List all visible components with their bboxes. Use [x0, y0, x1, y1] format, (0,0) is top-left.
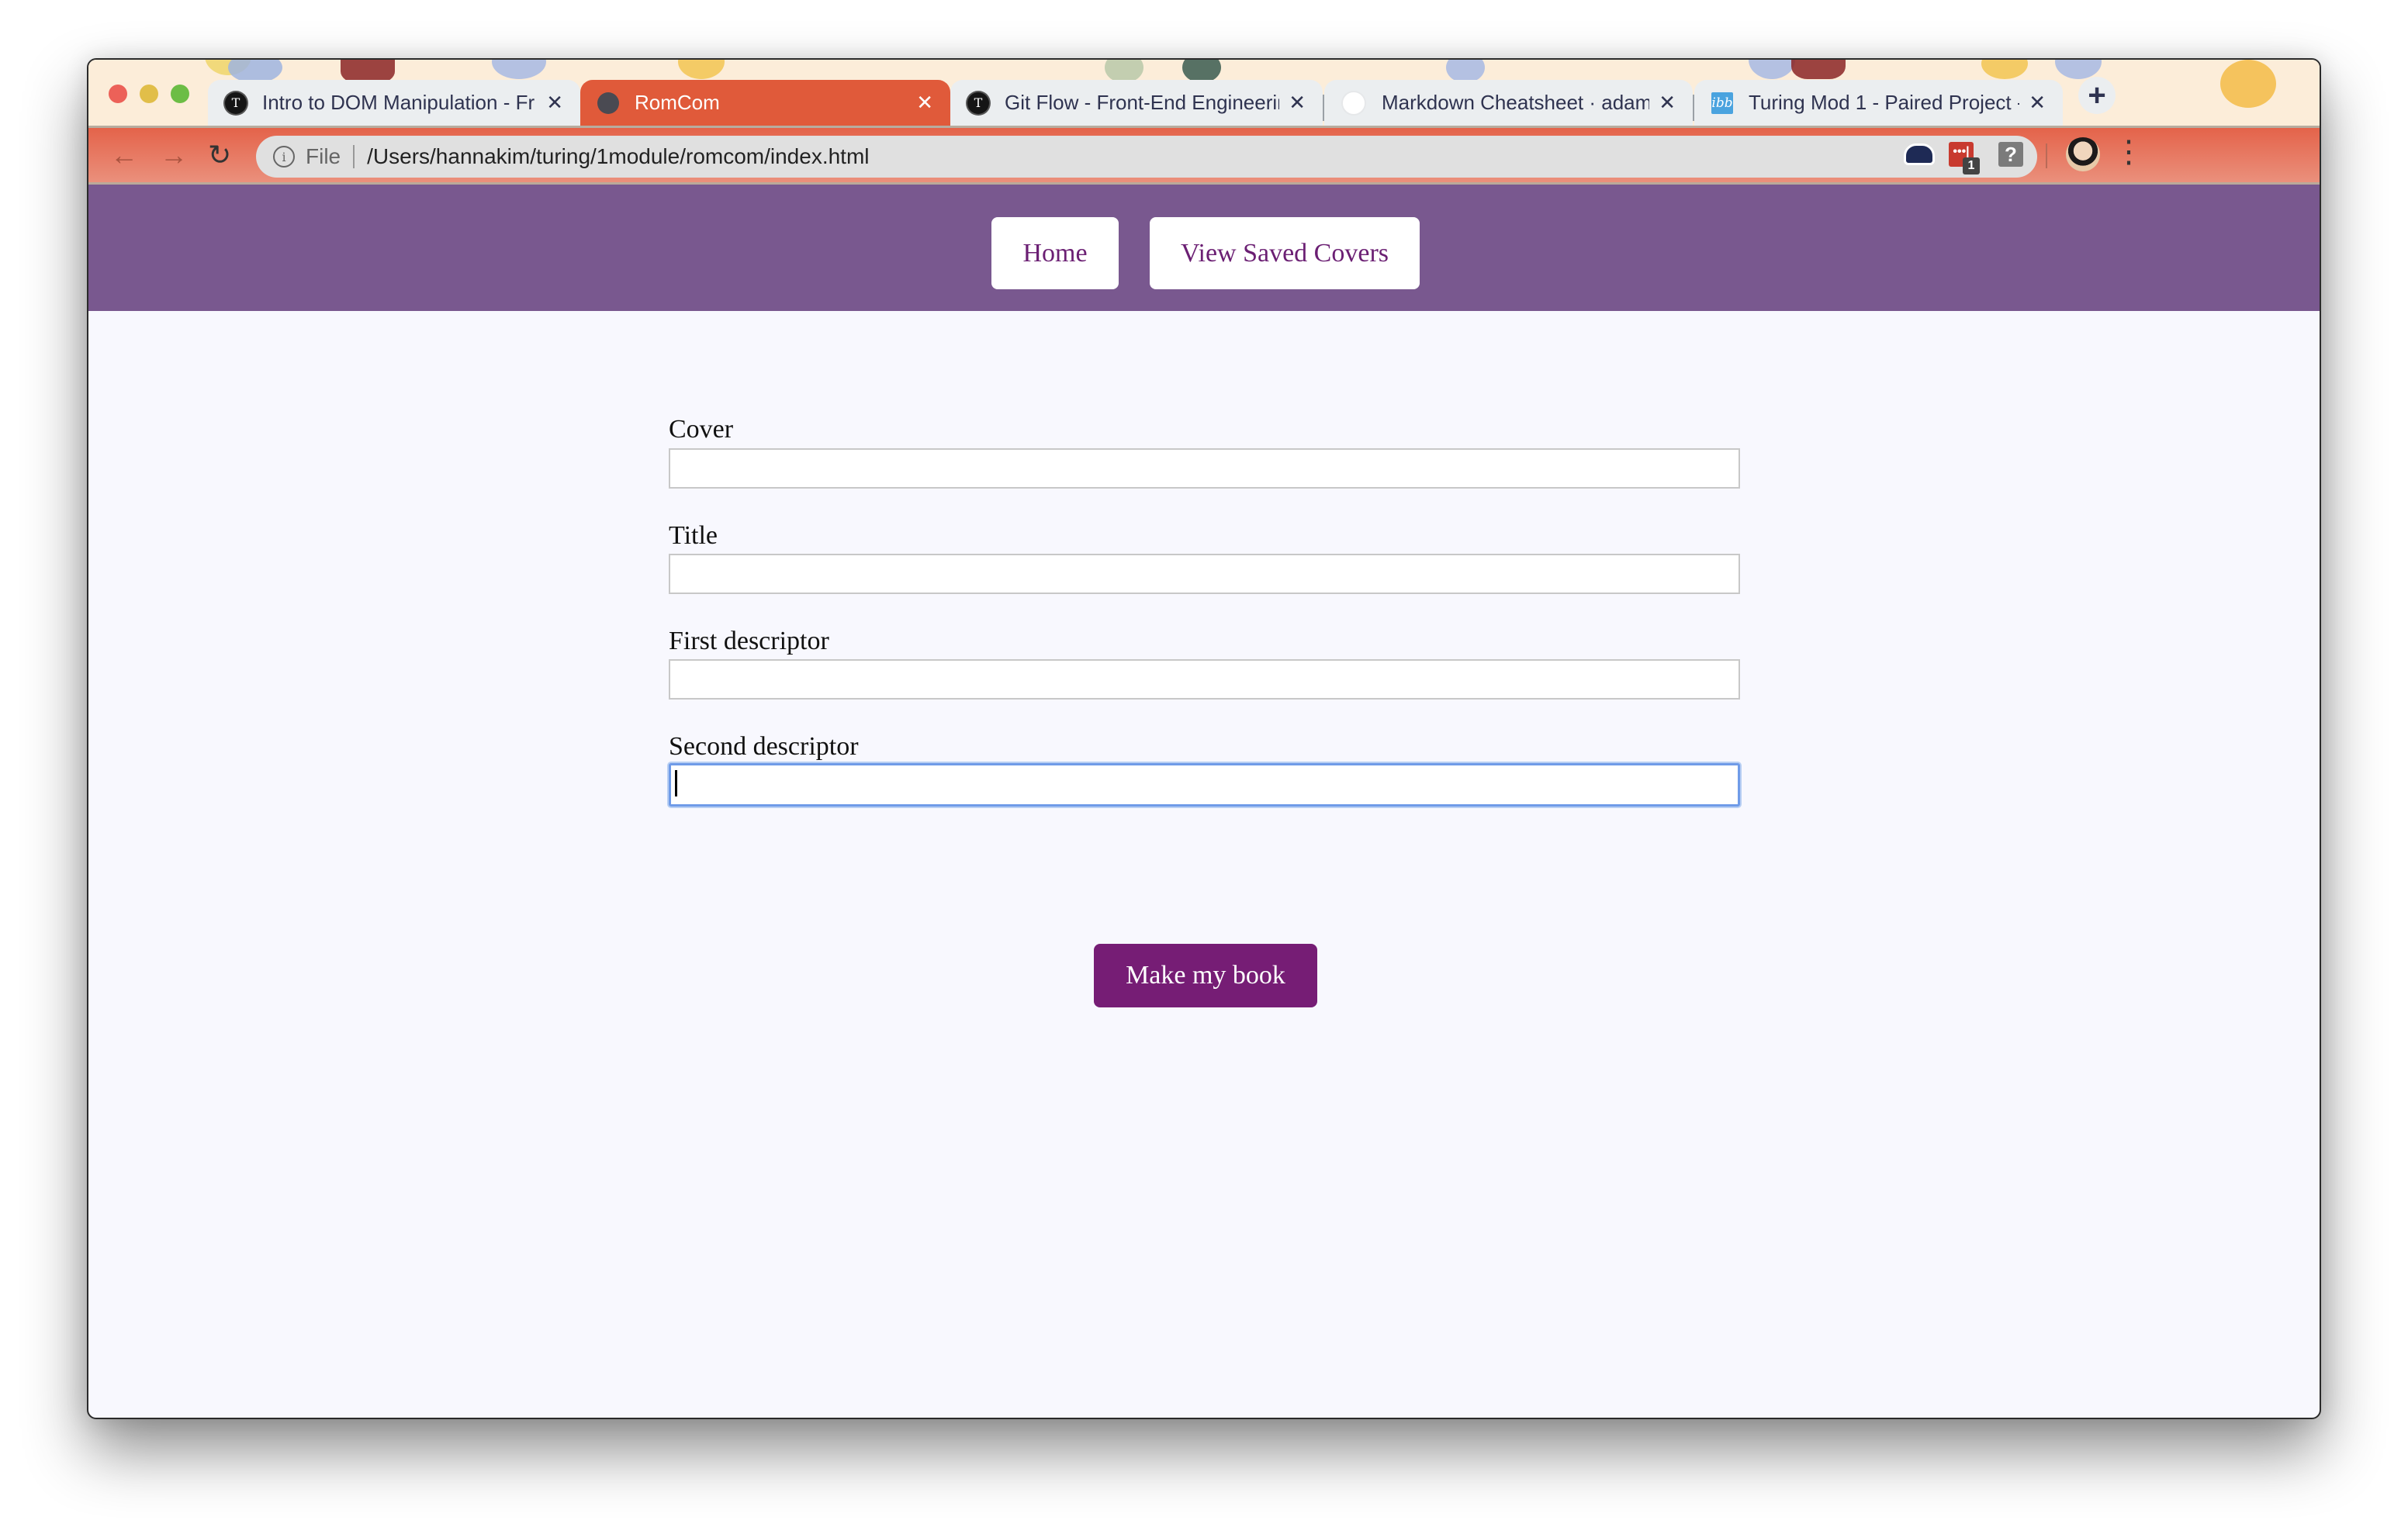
toolbar-divider: [2046, 143, 2047, 168]
turing-icon: T: [967, 92, 989, 114]
tab-strip: T Intro to DOM Manipulation - Fr ✕ RomCo…: [88, 60, 2320, 126]
tab-romcom[interactable]: RomCom ✕: [580, 80, 950, 126]
title-input[interactable]: [669, 554, 1740, 594]
text-caret: [675, 770, 677, 796]
scheme-label: File: [306, 144, 341, 168]
close-icon[interactable]: ✕: [1659, 91, 1676, 115]
view-saved-covers-button[interactable]: View Saved Covers: [1150, 217, 1420, 289]
minimize-window-button[interactable]: [140, 85, 158, 103]
profile-avatar[interactable]: [2066, 137, 2100, 171]
title-label: Title: [669, 521, 718, 550]
decor-dot: [1981, 60, 2028, 79]
first-descriptor-input[interactable]: [669, 659, 1740, 700]
divider: [353, 145, 355, 168]
lastpass-extension-icon[interactable]: •••| 1: [1949, 142, 1980, 174]
cover-label: Cover: [669, 415, 734, 444]
back-arrow-icon[interactable]: ←: [110, 139, 138, 171]
ibb-icon: ibb: [1711, 92, 1733, 114]
address-bar[interactable]: i File /Users/hannakim/turing/1module/ro…: [256, 136, 2037, 178]
page-header: Home View Saved Covers: [88, 185, 2320, 311]
decor-dot: [678, 60, 725, 79]
cover-input[interactable]: [669, 448, 1740, 489]
info-icon[interactable]: i: [273, 146, 295, 168]
close-icon[interactable]: ✕: [1289, 91, 1306, 115]
close-icon[interactable]: ✕: [2029, 91, 2046, 115]
tab-git-flow[interactable]: T Git Flow - Front-End Engineerir ✕: [950, 80, 1323, 126]
tab-title: RomCom: [635, 91, 720, 114]
tab-markdown-cheatsheet[interactable]: Markdown Cheatsheet · adam- ✕: [1324, 80, 1693, 126]
tab-title: Intro to DOM Manipulation - Fr: [262, 91, 535, 114]
browser-window: T Intro to DOM Manipulation - Fr ✕ RomCo…: [87, 58, 2321, 1419]
help-extension-icon[interactable]: ?: [1998, 142, 2023, 167]
first-descriptor-label: First descriptor: [669, 627, 829, 655]
decor-dot: [2220, 60, 2276, 108]
tab-intro-dom[interactable]: T Intro to DOM Manipulation - Fr ✕: [208, 80, 580, 126]
tab-title: Markdown Cheatsheet · adam-: [1382, 91, 1650, 114]
close-icon[interactable]: ✕: [916, 91, 933, 115]
browser-menu-icon[interactable]: ⋮: [2113, 134, 2144, 170]
second-descriptor-wrapper: [669, 763, 1740, 807]
browser-toolbar: ← → ↻ i File /Users/hannakim/turing/1mod…: [88, 126, 2320, 185]
maximize-window-button[interactable]: [171, 85, 189, 103]
forward-arrow-icon[interactable]: →: [160, 139, 188, 171]
decor-dot: [1749, 60, 1795, 79]
turing-icon: T: [225, 92, 247, 114]
decor-dot: [1791, 60, 1846, 79]
decor-dot: [492, 60, 546, 79]
close-icon[interactable]: ✕: [546, 91, 563, 115]
close-window-button[interactable]: [109, 85, 127, 103]
cloud-extension-icon[interactable]: [1904, 143, 1935, 165]
globe-icon: [597, 92, 619, 114]
url-text[interactable]: /Users/hannakim/turing/1module/romcom/in…: [367, 144, 869, 169]
reload-icon[interactable]: ↻: [208, 139, 231, 171]
lastpass-badge: 1: [1963, 157, 1980, 174]
tab-turing-mod1[interactable]: ibb Turing Mod 1 - Paired Project - ✕: [1694, 80, 2063, 126]
tab-title: Turing Mod 1 - Paired Project -: [1749, 91, 2020, 114]
make-my-book-button[interactable]: Make my book: [1094, 944, 1317, 1007]
second-descriptor-label: Second descriptor: [669, 732, 859, 761]
lastpass-glyph: •••|: [1953, 145, 1970, 158]
new-tab-button[interactable]: +: [2078, 77, 2116, 114]
tab-title: Git Flow - Front-End Engineerir: [1005, 91, 1280, 114]
home-button[interactable]: Home: [991, 217, 1119, 289]
second-descriptor-input[interactable]: [669, 763, 1740, 807]
github-icon: [1341, 90, 1366, 116]
